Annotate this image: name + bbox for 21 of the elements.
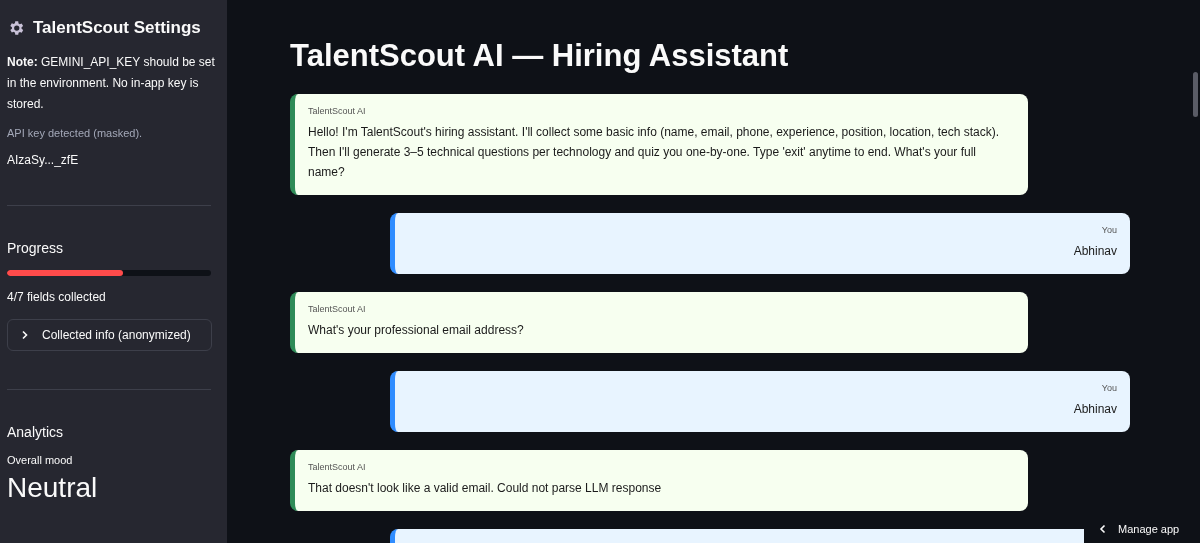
analytics-heading: Analytics <box>7 424 65 440</box>
metric-label: Overall mood <box>7 454 74 466</box>
message-text: What's your professional email address? <box>308 322 525 339</box>
sender-label: You <box>1100 383 1117 393</box>
note-text: Note: GEMINI_API_KEY should be set in the environment. No in-app key is stored. <box>7 54 216 113</box>
metric-value: Neutral <box>7 472 99 504</box>
progress-heading: Progress <box>7 240 65 256</box>
key-status-text: API key detected (masked). <box>7 127 144 139</box>
message-text: Abhinav <box>1072 243 1117 260</box>
message-text: That doesn't look like a valid email. Could not parse LLM response <box>308 480 663 497</box>
sender-label: TalentScout AI <box>308 106 367 116</box>
message-text: Abhinav <box>1072 401 1117 418</box>
message-text: Hello! I'm TalentScout's hiring assistant. I'll collect some basic info (name, email, phone, experience, position, location, tech stack). Then I'll generate 3–5 technical questions per technology and quiz you one-by-one. Type 'exit' anytime to end. What's your full name? <box>308 124 1000 181</box>
sender-label: TalentScout AI <box>308 462 367 472</box>
page-title: TalentScout AI — Hiring Assistant <box>290 38 790 74</box>
sidebar-title: TalentScout Settings <box>33 18 201 38</box>
progress-caption: 4/7 fields collected <box>7 290 107 304</box>
sender-label: TalentScout AI <box>308 304 367 314</box>
masked-key-text: AIzaSy..._zfE <box>7 153 80 167</box>
sender-label: You <box>1100 225 1117 235</box>
collected-info-expander[interactable]: Collected info (anonymized) <box>7 319 212 351</box>
